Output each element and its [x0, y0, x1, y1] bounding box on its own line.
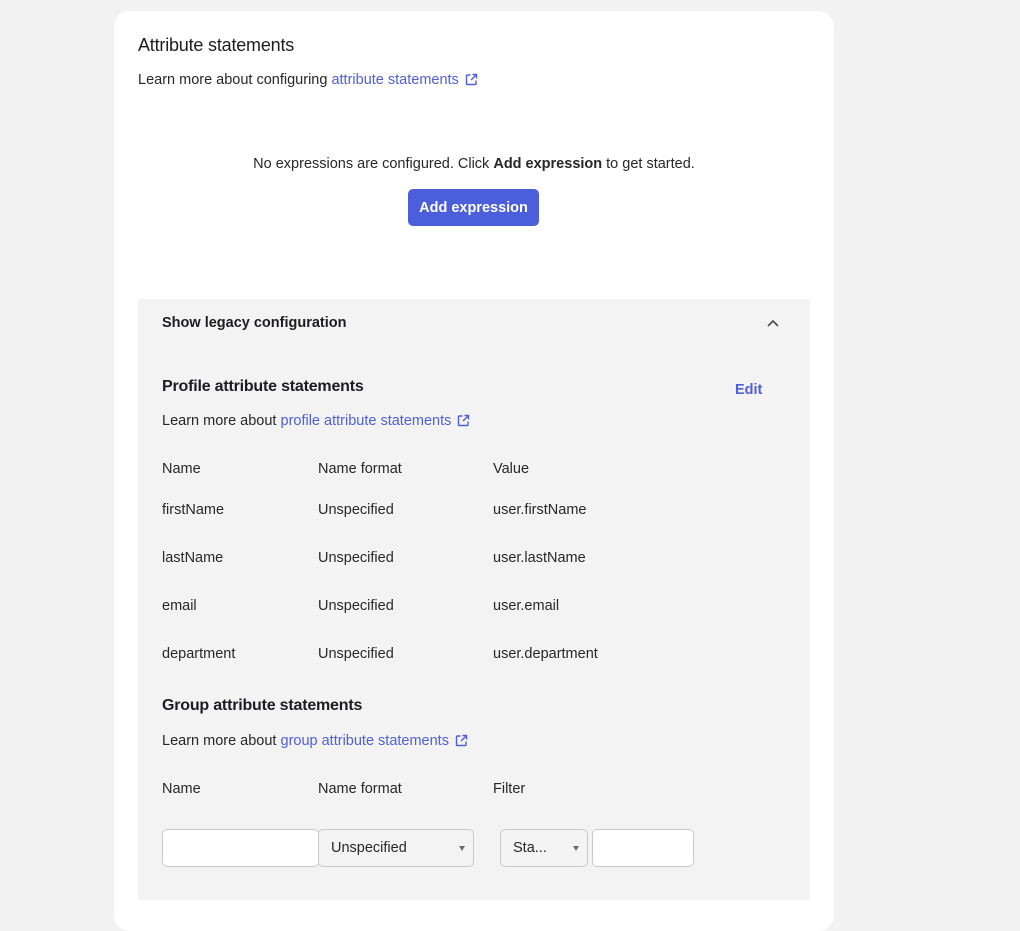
- empty-state-message: No expressions are configured. Click Add…: [114, 156, 834, 172]
- row-name-format: Unspecified: [318, 598, 394, 614]
- column-header-value: Value: [493, 461, 530, 477]
- group-column-header-filter: Filter: [493, 781, 526, 797]
- column-header-name-format: Name format: [318, 461, 402, 477]
- row-value: user.department: [493, 646, 598, 662]
- row-name: department: [162, 646, 236, 662]
- legacy-toggle[interactable]: Show legacy configuration: [162, 315, 347, 331]
- profile-learn-prefix: Learn more about: [162, 413, 281, 429]
- empty-text-before: No expressions are configured. Click: [253, 156, 494, 172]
- caret-down-icon: [459, 846, 465, 851]
- group-column-header-name-format: Name format: [318, 781, 402, 797]
- row-name-format: Unspecified: [318, 502, 394, 518]
- row-name: lastName: [162, 550, 224, 566]
- chevron-up-icon[interactable]: [765, 315, 781, 331]
- row-value: user.firstName: [493, 502, 587, 518]
- group-learn-more: Learn more about group attribute stateme…: [162, 733, 468, 749]
- column-header-name: Name: [162, 461, 201, 477]
- add-expression-button[interactable]: Add expression: [408, 189, 539, 226]
- section-learn-prefix: Learn more about configuring: [138, 72, 332, 88]
- legacy-configuration-panel: Show legacy configuration Profile attrib…: [138, 299, 810, 900]
- filter-value-input[interactable]: [592, 829, 694, 867]
- section-learn-more: Learn more about configuring attribute s…: [138, 72, 478, 88]
- attribute-statements-link[interactable]: attribute statements: [331, 72, 458, 88]
- filter-type-select-value: Sta...: [513, 840, 547, 856]
- group-section-title: Group attribute statements: [162, 697, 363, 714]
- profile-learn-more: Learn more about profile attribute state…: [162, 413, 470, 429]
- row-name: email: [162, 598, 197, 614]
- profile-section-title: Profile attribute statements: [162, 378, 364, 395]
- row-name-format: Unspecified: [318, 646, 394, 662]
- edit-button[interactable]: Edit: [735, 382, 762, 398]
- group-name-input[interactable]: [162, 829, 319, 867]
- row-name: firstName: [162, 502, 225, 518]
- empty-text-after: to get started.: [602, 156, 695, 172]
- row-value: user.lastName: [493, 550, 586, 566]
- filter-type-select[interactable]: Sta...: [500, 829, 588, 867]
- section-title: Attribute statements: [138, 35, 295, 55]
- profile-attribute-statements-link[interactable]: profile attribute statements: [281, 413, 452, 429]
- group-learn-prefix: Learn more about: [162, 733, 281, 749]
- group-attribute-statements-link[interactable]: group attribute statements: [281, 733, 449, 749]
- name-format-select-value: Unspecified: [331, 840, 407, 856]
- external-link-icon[interactable]: [465, 73, 478, 86]
- attribute-statements-card: Attribute statements Learn more about co…: [114, 11, 834, 931]
- name-format-select[interactable]: Unspecified: [318, 829, 474, 867]
- caret-down-icon: [573, 846, 579, 851]
- empty-text-bold: Add expression: [493, 156, 603, 172]
- row-value: user.email: [493, 598, 560, 614]
- group-column-header-name: Name: [162, 781, 201, 797]
- row-name-format: Unspecified: [318, 550, 394, 566]
- external-link-icon[interactable]: [457, 414, 470, 427]
- external-link-icon[interactable]: [455, 734, 468, 747]
